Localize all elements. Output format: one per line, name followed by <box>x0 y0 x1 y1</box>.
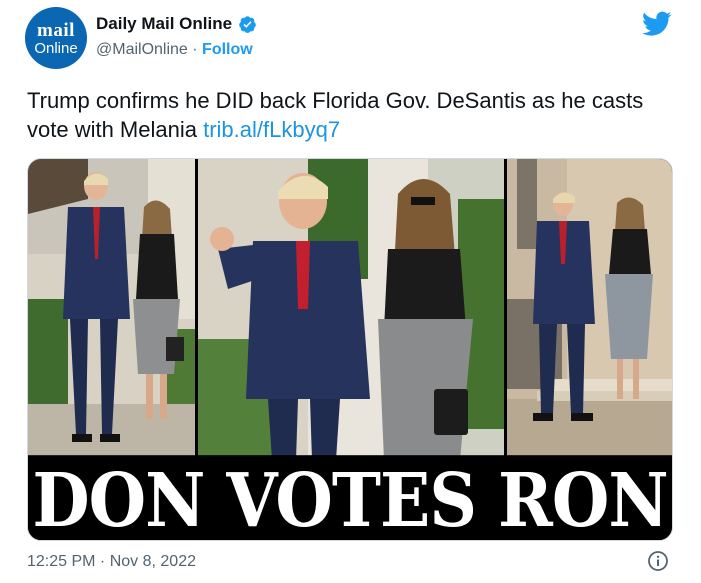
tweet-text: Trump confirms he DID back Florida Gov. … <box>27 86 677 144</box>
tweet-link[interactable]: trib.al/fLkbyq7 <box>203 117 340 142</box>
author-name-row: Daily Mail Online <box>96 14 257 34</box>
tweet-embed-card: mail Online Daily Mail Online @MailOnlin… <box>0 0 701 583</box>
handle[interactable]: @MailOnline <box>96 41 188 58</box>
avatar[interactable]: mail Online <box>25 7 87 69</box>
tweet-timestamp[interactable]: 12:25 PM · Nov 8, 2022 <box>27 553 196 571</box>
handle-row: @MailOnline · Follow <box>96 41 253 59</box>
follow-button[interactable]: Follow <box>202 41 253 58</box>
display-name[interactable]: Daily Mail Online <box>96 14 232 34</box>
photo-left <box>28 159 195 460</box>
twitter-bird-icon[interactable] <box>642 11 672 37</box>
avatar-logo-line2: Online <box>34 39 78 57</box>
media-headline: DON VOTES RON <box>28 455 672 540</box>
info-icon[interactable] <box>647 550 669 572</box>
handle-separator: · <box>187 41 203 58</box>
photo-center <box>198 159 504 460</box>
avatar-logo-line1: mail <box>37 19 75 41</box>
verified-badge-icon <box>238 15 257 34</box>
photo-right <box>507 159 672 460</box>
tweet-media[interactable]: DON VOTES RON <box>27 158 673 541</box>
